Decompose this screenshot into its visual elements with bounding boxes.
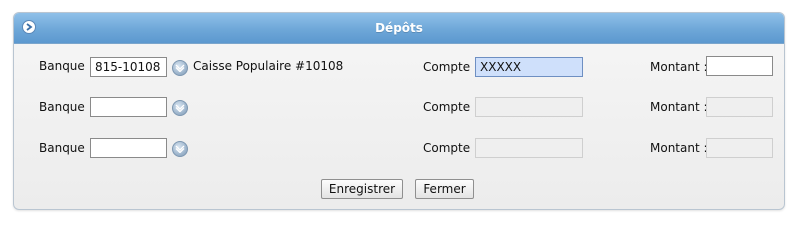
account-input-1[interactable] bbox=[475, 57, 583, 77]
bank-lookup-icon[interactable] bbox=[172, 100, 188, 116]
bank-input-3[interactable] bbox=[90, 138, 167, 158]
amount-input-1[interactable] bbox=[706, 56, 773, 76]
amount-label-1: Montant : bbox=[650, 60, 708, 74]
bank-label-1: Banque : bbox=[39, 59, 93, 73]
account-label-1: Compte : bbox=[423, 60, 478, 74]
bank-label-2: Banque : bbox=[39, 100, 93, 114]
amount-input-2[interactable] bbox=[706, 97, 773, 117]
close-button[interactable]: Fermer bbox=[415, 179, 474, 199]
panel-header: Dépôts bbox=[14, 13, 784, 44]
panel-title: Dépôts bbox=[375, 21, 423, 35]
account-label-3: Compte : bbox=[423, 141, 478, 155]
bank-lookup-icon[interactable] bbox=[172, 141, 188, 157]
account-input-2[interactable] bbox=[475, 97, 583, 117]
save-button[interactable]: Enregistrer bbox=[321, 179, 403, 199]
bank-input-2[interactable] bbox=[90, 97, 167, 117]
bank-input-1[interactable] bbox=[90, 57, 167, 77]
bank-lookup-icon[interactable] bbox=[172, 60, 188, 76]
amount-label-2: Montant : bbox=[650, 100, 708, 114]
bank-name-1: Caisse Populaire #10108 bbox=[193, 59, 344, 73]
bank-label-3: Banque : bbox=[39, 141, 93, 155]
account-label-2: Compte : bbox=[423, 100, 478, 114]
amount-input-3[interactable] bbox=[706, 138, 773, 158]
account-input-3[interactable] bbox=[475, 138, 583, 158]
deposits-panel: Dépôts Banque : Caisse Populaire #10108 … bbox=[13, 12, 785, 210]
amount-label-3: Montant : bbox=[650, 141, 708, 155]
